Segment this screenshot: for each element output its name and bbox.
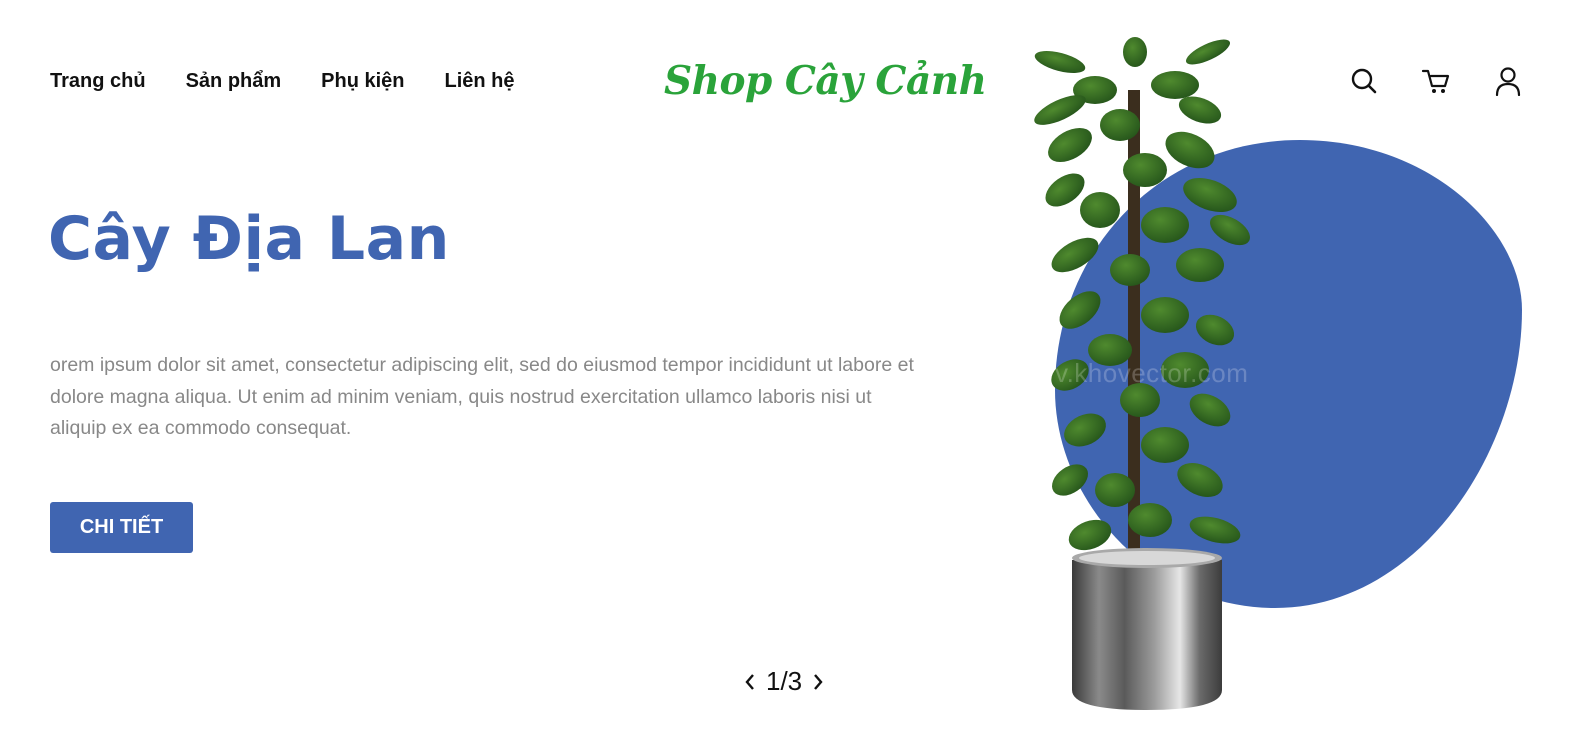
details-button[interactable]: CHI TIẾT	[50, 502, 193, 553]
cart-icon[interactable]	[1418, 64, 1454, 98]
slide-pager: 1/3	[742, 666, 826, 697]
plant-foliage	[1034, 37, 1250, 551]
nav-item-accessories[interactable]: Phụ kiện	[321, 70, 404, 93]
nav-item-products[interactable]: Sản phẩm	[186, 70, 282, 93]
hero-title: Cây Địa Lan	[48, 204, 450, 274]
nav-item-contact[interactable]: Liên hệ	[445, 70, 515, 93]
chevron-right-icon[interactable]	[810, 670, 826, 694]
user-icon[interactable]	[1490, 64, 1526, 98]
nav-item-home[interactable]: Trang chủ	[50, 70, 146, 93]
header-icons	[1346, 64, 1526, 98]
search-icon[interactable]	[1346, 64, 1382, 98]
slide-counter: 1/3	[766, 666, 803, 696]
main-nav: Trang chủ Sản phẩm Phụ kiện Liên hệ	[50, 70, 515, 93]
chevron-left-icon[interactable]	[742, 670, 758, 694]
metal-pot	[1072, 548, 1222, 710]
hero-description: orem ipsum dolor sit amet, consectetur a…	[50, 354, 914, 439]
watermark-text: v.khovector.com	[1055, 358, 1249, 388]
site-logo[interactable]: Shop Cây Cảnh	[664, 58, 987, 104]
